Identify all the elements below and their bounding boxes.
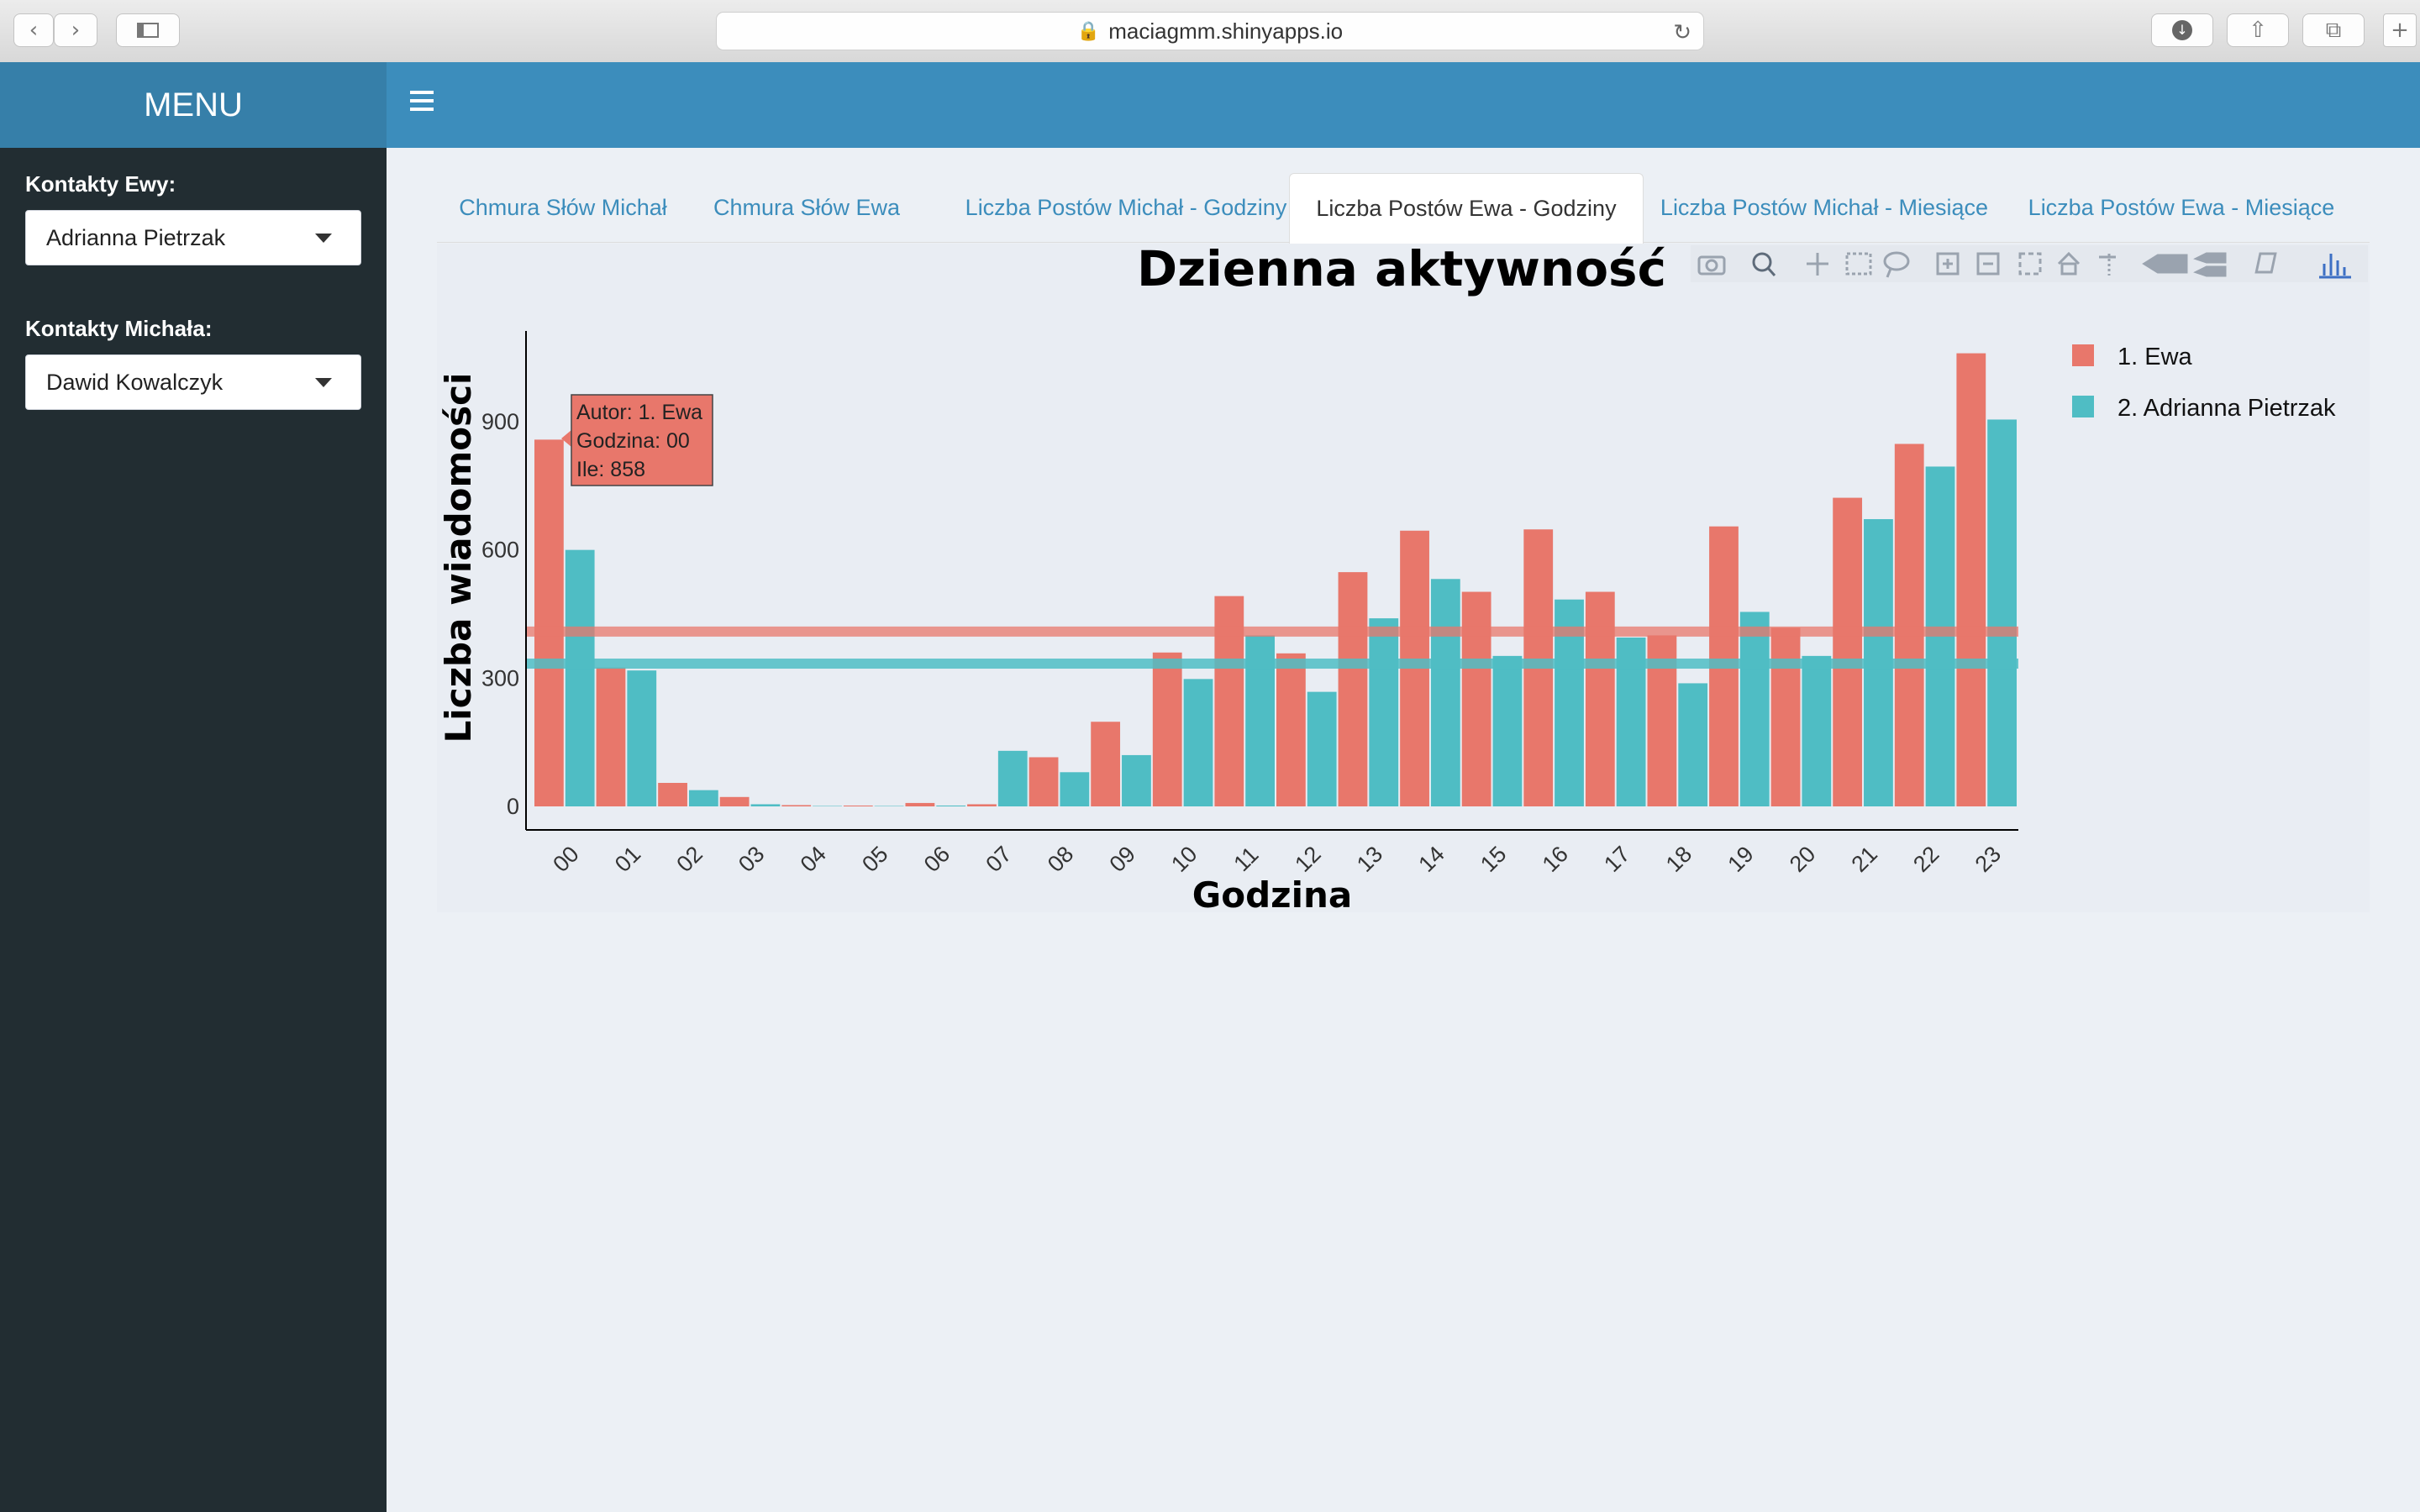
- bar-ewa-01[interactable]: [596, 667, 626, 806]
- chart-title: Dzienna aktywność: [1137, 240, 1666, 297]
- bar-ewa-10[interactable]: [1152, 652, 1182, 806]
- bar-partner-03[interactable]: [750, 804, 781, 806]
- bar-ewa-07[interactable]: [967, 804, 997, 806]
- bar-ewa-17[interactable]: [1585, 591, 1615, 806]
- mean-line-partner: [526, 659, 2018, 669]
- x-tick-label: 09: [1105, 841, 1140, 876]
- bar-partner-23[interactable]: [1987, 419, 2017, 806]
- bar-ewa-22[interactable]: [1894, 444, 1924, 806]
- bar-partner-09[interactable]: [1122, 754, 1151, 806]
- x-tick-label: 02: [671, 841, 707, 876]
- x-tick-label: 04: [796, 841, 831, 876]
- bar-ewa-21[interactable]: [1833, 497, 1863, 806]
- bar-partner-10[interactable]: [1183, 679, 1213, 806]
- bar-ewa-23[interactable]: [1956, 353, 1986, 807]
- x-tick-label: 15: [1476, 841, 1511, 876]
- bar-partner-20[interactable]: [1802, 655, 1832, 806]
- bar-partner-08[interactable]: [1060, 772, 1090, 806]
- bar-partner-02[interactable]: [688, 790, 718, 806]
- y-tick-label: 0: [507, 794, 519, 819]
- mean-line-ewa: [526, 626, 2018, 637]
- tooltip-line: Autor: 1. Ewa: [576, 401, 702, 424]
- x-tick-label: 19: [1723, 841, 1758, 876]
- bar-partner-19[interactable]: [1739, 612, 1770, 806]
- x-tick-label: 00: [548, 841, 583, 876]
- bar-partner-15[interactable]: [1492, 655, 1523, 806]
- legend-label[interactable]: 2. Adrianna Pietrzak: [2118, 395, 2336, 422]
- bar-ewa-08[interactable]: [1028, 757, 1059, 806]
- bar-partner-14[interactable]: [1430, 579, 1460, 806]
- x-axis-title: Godzina: [1192, 874, 1352, 916]
- bar-ewa-12[interactable]: [1276, 653, 1306, 806]
- x-tick-label: 21: [1847, 841, 1882, 876]
- tooltip-line: Ile: 858: [576, 458, 645, 481]
- bar-ewa-13[interactable]: [1338, 572, 1368, 806]
- bar-ewa-20[interactable]: [1770, 627, 1801, 806]
- bar-partner-13[interactable]: [1369, 618, 1399, 806]
- legend-swatch-ewa[interactable]: [2072, 344, 2094, 366]
- x-tick-label: 08: [1043, 841, 1078, 876]
- bar-partner-07[interactable]: [997, 750, 1028, 806]
- x-tick-label: 23: [1970, 841, 2006, 876]
- bar-partner-12[interactable]: [1307, 691, 1337, 806]
- bar-partner-01[interactable]: [627, 670, 657, 806]
- bar-ewa-03[interactable]: [719, 796, 750, 806]
- bar-ewa-00[interactable]: [534, 439, 564, 806]
- x-tick-label: 14: [1413, 841, 1449, 876]
- bar-ewa-09[interactable]: [1091, 722, 1121, 806]
- bar-ewa-04[interactable]: [781, 805, 812, 806]
- y-tick-label: 300: [481, 665, 519, 690]
- x-tick-label: 20: [1785, 841, 1820, 876]
- x-tick-label: 01: [610, 841, 645, 876]
- x-tick-label: 05: [857, 841, 892, 876]
- x-tick-label: 18: [1661, 841, 1697, 876]
- bar-ewa-02[interactable]: [658, 783, 687, 806]
- bar-chart: 0 300 600 900 00 01 02 03 04 05 06 07 08 09 10 11 12 13 14…: [438, 240, 2336, 916]
- bar-partner-18[interactable]: [1678, 683, 1708, 806]
- legend-label[interactable]: 1. Ewa: [2118, 344, 2193, 370]
- x-tick-label: 22: [1908, 841, 1944, 876]
- x-tick-label: 16: [1538, 841, 1573, 876]
- x-tick-label: 17: [1599, 841, 1634, 876]
- x-tick-label: 06: [919, 841, 955, 876]
- y-tick-label: 900: [481, 409, 519, 434]
- x-tick-label: 07: [981, 841, 1016, 876]
- x-tick-label: 11: [1228, 842, 1263, 876]
- legend-swatch-partner[interactable]: [2072, 396, 2094, 417]
- y-tick-label: 600: [481, 538, 519, 563]
- y-axis-title: Liczba wiadomości: [438, 373, 479, 743]
- bar-partner-00[interactable]: [565, 549, 595, 806]
- x-tick-label: 13: [1352, 841, 1387, 876]
- tooltip-line: Godzina: 00: [576, 429, 690, 453]
- bar-ewa-15[interactable]: [1461, 591, 1491, 806]
- bar-ewa-06[interactable]: [905, 802, 935, 806]
- x-tick-label: 12: [1290, 841, 1325, 876]
- x-tick-label: 10: [1166, 841, 1202, 876]
- x-tick-label: 03: [734, 841, 769, 876]
